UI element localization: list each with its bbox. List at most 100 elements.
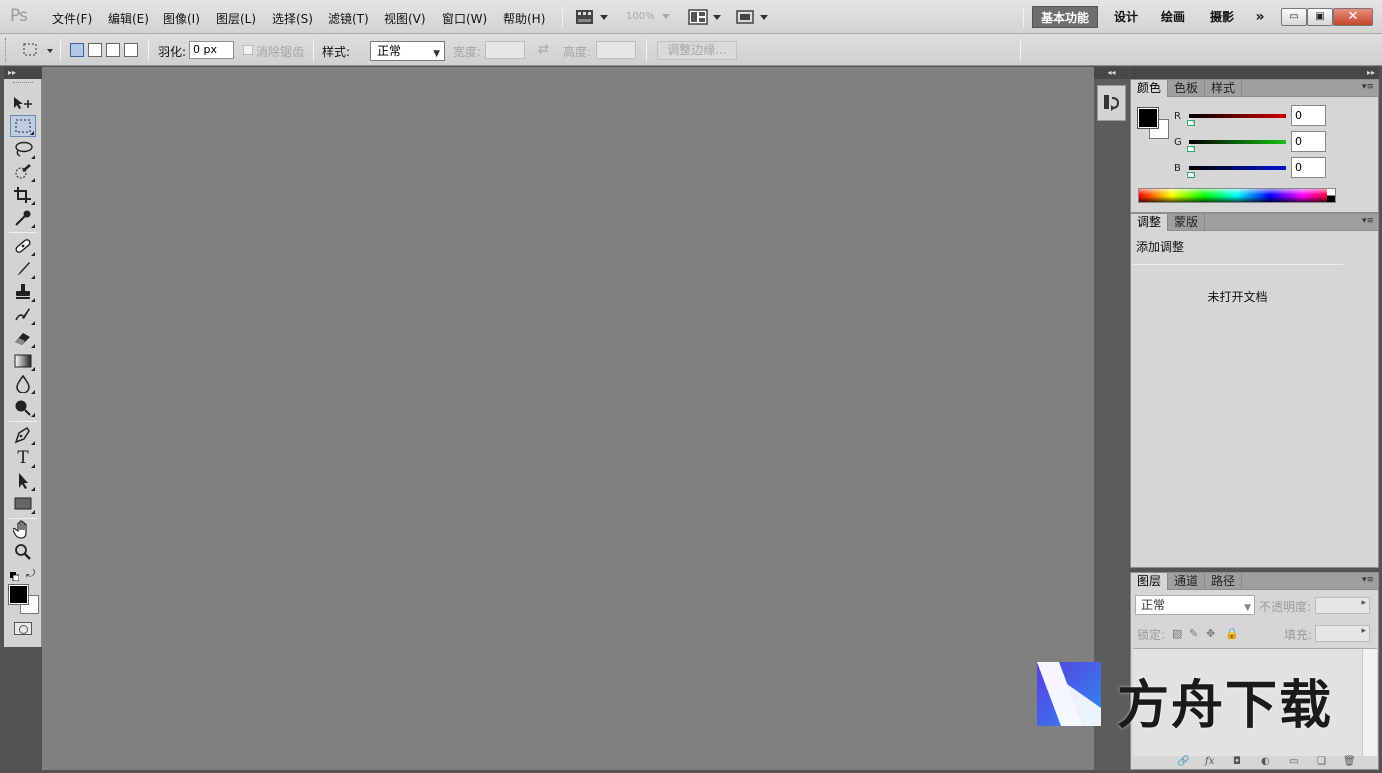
menu-edit[interactable]: 编辑(E): [108, 10, 149, 27]
lock-image-pixels-icon[interactable]: ✎: [1189, 627, 1198, 640]
green-slider-thumb[interactable]: [1186, 144, 1195, 152]
close-button[interactable]: ✕: [1333, 8, 1373, 26]
tab-masks[interactable]: 蒙版: [1168, 214, 1206, 231]
menu-layer[interactable]: 图层(L): [216, 10, 256, 27]
fill-input[interactable]: [1315, 625, 1370, 642]
default-colors-icon[interactable]: [10, 570, 20, 582]
workspace-essentials-button[interactable]: 基本功能: [1032, 6, 1098, 28]
black-white-ramp[interactable]: [1327, 189, 1335, 202]
tab-paths[interactable]: 路径: [1205, 573, 1243, 590]
swap-colors-icon[interactable]: ⤾: [26, 567, 35, 581]
tools-panel-collapse-toggle[interactable]: ▸▸: [4, 67, 42, 79]
tab-color[interactable]: 颜色: [1131, 80, 1169, 97]
crop-tool[interactable]: [10, 184, 36, 206]
antialias-checkbox[interactable]: [243, 45, 253, 55]
panel-menu-icon[interactable]: ▾≡: [1362, 216, 1374, 226]
foreground-color-swatch[interactable]: [8, 584, 29, 605]
green-channel-slider[interactable]: [1189, 140, 1286, 144]
lock-position-icon[interactable]: ✥: [1206, 627, 1215, 640]
history-panel-button[interactable]: [1097, 85, 1126, 121]
rectangular-marquee-tool[interactable]: [10, 115, 36, 137]
rectangle-tool[interactable]: [10, 493, 36, 515]
maximize-button[interactable]: ▣: [1307, 8, 1333, 26]
add-to-selection-mode-button[interactable]: [88, 43, 102, 57]
red-value-input[interactable]: 0: [1291, 105, 1326, 126]
path-selection-tool[interactable]: [10, 470, 36, 492]
arrange-documents-button[interactable]: [688, 8, 724, 26]
eyedropper-tool[interactable]: [10, 207, 36, 229]
swap-dimensions-icon[interactable]: ⇄: [538, 42, 549, 57]
menu-window[interactable]: 窗口(W): [442, 10, 487, 27]
new-selection-mode-button[interactable]: [70, 43, 84, 57]
eraser-tool[interactable]: [10, 327, 36, 349]
layers-scrollbar[interactable]: [1362, 649, 1377, 757]
adjustment-layer-icon[interactable]: ◐: [1261, 756, 1270, 767]
panel-dock-collapse-toggle[interactable]: ▸▸: [1130, 67, 1379, 79]
blue-value-input[interactable]: 0: [1291, 157, 1326, 178]
zoom-tool[interactable]: [10, 541, 36, 563]
pen-tool[interactable]: [10, 424, 36, 446]
quick-selection-tool[interactable]: [10, 161, 36, 183]
add-mask-icon[interactable]: ◘: [1233, 756, 1241, 767]
tab-styles[interactable]: 样式: [1205, 80, 1243, 97]
menu-select[interactable]: 选择(S): [272, 10, 313, 27]
tools-panel-grip[interactable]: [13, 82, 33, 85]
type-tool[interactable]: T: [10, 447, 36, 469]
tab-channels[interactable]: 通道: [1168, 573, 1206, 590]
link-layers-icon[interactable]: 🔗: [1177, 756, 1189, 767]
move-tool[interactable]: [10, 92, 36, 114]
menu-filter[interactable]: 滤镜(T): [328, 10, 369, 27]
menu-file[interactable]: 文件(F): [52, 10, 92, 27]
history-brush-tool[interactable]: [10, 304, 36, 326]
new-group-icon[interactable]: ▭: [1289, 756, 1298, 767]
new-layer-icon[interactable]: ❑: [1317, 756, 1326, 767]
spot-healing-brush-tool[interactable]: [10, 235, 36, 257]
lock-all-icon[interactable]: 🔒: [1225, 627, 1239, 640]
subtract-from-selection-mode-button[interactable]: [106, 43, 120, 57]
layer-style-icon[interactable]: fx: [1205, 756, 1214, 767]
lasso-tool[interactable]: [10, 138, 36, 160]
minimize-button[interactable]: ▭: [1281, 8, 1307, 26]
color-panel-foreground-swatch[interactable]: [1137, 107, 1159, 129]
blue-slider-thumb[interactable]: [1186, 170, 1195, 178]
workspace-painting-button[interactable]: 绘画: [1153, 6, 1193, 28]
menu-image[interactable]: 图像(I): [163, 10, 200, 27]
quick-mask-button[interactable]: [14, 622, 32, 635]
blue-channel-slider[interactable]: [1189, 166, 1286, 170]
workspace-design-button[interactable]: 设计: [1106, 6, 1146, 28]
zoom-level-select[interactable]: 100%: [626, 11, 670, 22]
dock-expand-toggle[interactable]: ◂◂: [1094, 67, 1129, 79]
options-bar-grip[interactable]: [5, 38, 8, 62]
screen-mode-button[interactable]: [735, 8, 771, 26]
brush-tool[interactable]: [10, 258, 36, 280]
hand-tool[interactable]: [10, 519, 36, 541]
tool-preset-picker[interactable]: [22, 42, 54, 61]
launch-bridge-button[interactable]: [575, 8, 611, 26]
blend-mode-select[interactable]: 正常 ▼: [1135, 595, 1255, 615]
panel-menu-icon[interactable]: ▾≡: [1362, 82, 1374, 92]
workspace-photography-button[interactable]: 摄影: [1202, 6, 1242, 28]
intersect-selection-mode-button[interactable]: [124, 43, 138, 57]
clone-stamp-tool[interactable]: [10, 281, 36, 303]
tab-layers[interactable]: 图层: [1131, 573, 1169, 590]
more-workspaces-button[interactable]: »: [1250, 6, 1270, 28]
delete-layer-icon[interactable]: 🗑: [1343, 756, 1356, 767]
document-canvas-area[interactable]: [42, 67, 1094, 770]
tab-adjustments[interactable]: 调整: [1131, 214, 1169, 231]
opacity-input[interactable]: [1315, 597, 1370, 614]
panel-menu-icon[interactable]: ▾≡: [1362, 575, 1374, 585]
refine-edge-button[interactable]: 调整边缘...: [657, 41, 737, 60]
feather-input[interactable]: 0 px: [189, 41, 234, 59]
style-select[interactable]: 正常 ▼: [370, 41, 445, 61]
menu-help[interactable]: 帮助(H): [503, 10, 545, 27]
width-input[interactable]: [485, 41, 525, 59]
tab-swatches[interactable]: 色板: [1168, 80, 1206, 97]
lock-transparent-pixels-icon[interactable]: ▨: [1172, 627, 1182, 640]
gradient-tool[interactable]: [10, 350, 36, 372]
green-value-input[interactable]: 0: [1291, 131, 1326, 152]
red-channel-slider[interactable]: [1189, 114, 1286, 118]
dodge-tool[interactable]: [10, 396, 36, 418]
menu-view[interactable]: 视图(V): [384, 10, 426, 27]
blur-tool[interactable]: [10, 373, 36, 395]
color-spectrum-bar[interactable]: [1138, 188, 1336, 203]
